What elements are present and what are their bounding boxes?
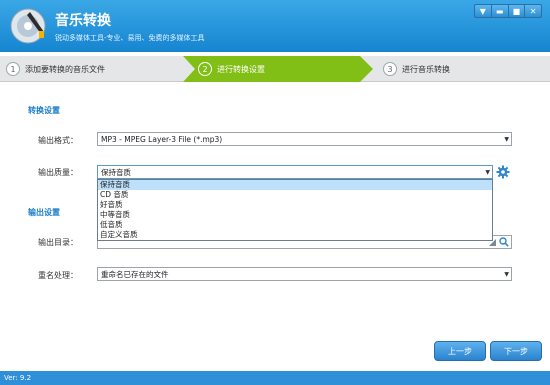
quality-value: 保持音质 xyxy=(101,167,131,177)
quality-option[interactable]: 中等音质 xyxy=(98,210,492,220)
step-label: 进行转换设置 xyxy=(217,64,265,74)
app-logo-icon xyxy=(10,8,46,44)
section-title-conversion: 转换设置 xyxy=(28,106,60,115)
section-title-output: 输出设置 xyxy=(28,208,60,217)
title-bar: 音乐转换 锐动多媒体工具-专业、易用、免费的多媒体工具 ▼ ▬ ■ ✕ xyxy=(0,0,550,52)
rename-label: 重名处理： xyxy=(38,271,78,280)
quality-label: 输出质量： xyxy=(38,168,78,177)
step-bar: 1 添加要转换的音乐文件 2 进行转换设置 3 进行音乐转换 xyxy=(0,56,550,82)
menu-dropdown-button[interactable]: ▼ xyxy=(475,5,492,17)
step-number: 3 xyxy=(383,62,397,76)
output-dir-label: 输出目录： xyxy=(38,238,78,247)
step-add-files[interactable]: 1 添加要转换的音乐文件 xyxy=(6,56,186,82)
format-label: 输出格式： xyxy=(38,136,78,145)
rename-value: 重命名已存在的文件 xyxy=(101,269,169,279)
quality-option[interactable]: 好音质 xyxy=(98,200,492,210)
step-convert[interactable]: 3 进行音乐转换 xyxy=(383,56,543,82)
app-title: 音乐转换 xyxy=(55,13,111,29)
search-icon[interactable] xyxy=(499,237,509,247)
quality-option[interactable]: 自定义音质 xyxy=(98,230,492,240)
format-select[interactable]: MP3 - MPEG Layer-3 File (*.mp3) ▼ xyxy=(97,132,512,146)
window-controls: ▼ ▬ ■ ✕ xyxy=(474,4,542,18)
chevron-down-icon: ▼ xyxy=(485,169,490,176)
quality-option[interactable]: 保持音质 xyxy=(98,180,492,190)
step-settings[interactable]: 2 进行转换设置 xyxy=(198,56,358,82)
chevron-down-icon: ▼ xyxy=(504,136,509,143)
quality-option[interactable]: CD 音质 xyxy=(98,190,492,200)
step-number: 2 xyxy=(198,62,212,76)
minimize-button[interactable]: ▬ xyxy=(492,5,509,17)
rename-select[interactable]: 重命名已存在的文件 ▼ xyxy=(97,267,512,281)
chevron-down-icon: ▼ xyxy=(504,271,509,278)
step-number: 1 xyxy=(6,62,20,76)
format-value: MP3 - MPEG Layer-3 File (*.mp3) xyxy=(101,134,223,144)
quality-option[interactable]: 低音质 xyxy=(98,220,492,230)
maximize-button[interactable]: ■ xyxy=(509,5,526,17)
close-button[interactable]: ✕ xyxy=(525,5,541,17)
quality-select[interactable]: 保持音质 ▼ xyxy=(97,165,493,179)
gear-icon[interactable] xyxy=(496,165,510,179)
version-text: Ver: 9.2 xyxy=(4,374,32,382)
step-label: 添加要转换的音乐文件 xyxy=(25,64,105,74)
step-label: 进行音乐转换 xyxy=(402,64,450,74)
prev-button[interactable]: 上一步 xyxy=(434,341,486,361)
next-button[interactable]: 下一步 xyxy=(490,341,542,361)
quality-dropdown-list: 保持音质 CD 音质 好音质 中等音质 低音质 自定义音质 xyxy=(97,179,493,241)
app-subtitle: 锐动多媒体工具-专业、易用、免费的多媒体工具 xyxy=(55,34,205,42)
status-bar: Ver: 9.2 xyxy=(0,371,550,385)
